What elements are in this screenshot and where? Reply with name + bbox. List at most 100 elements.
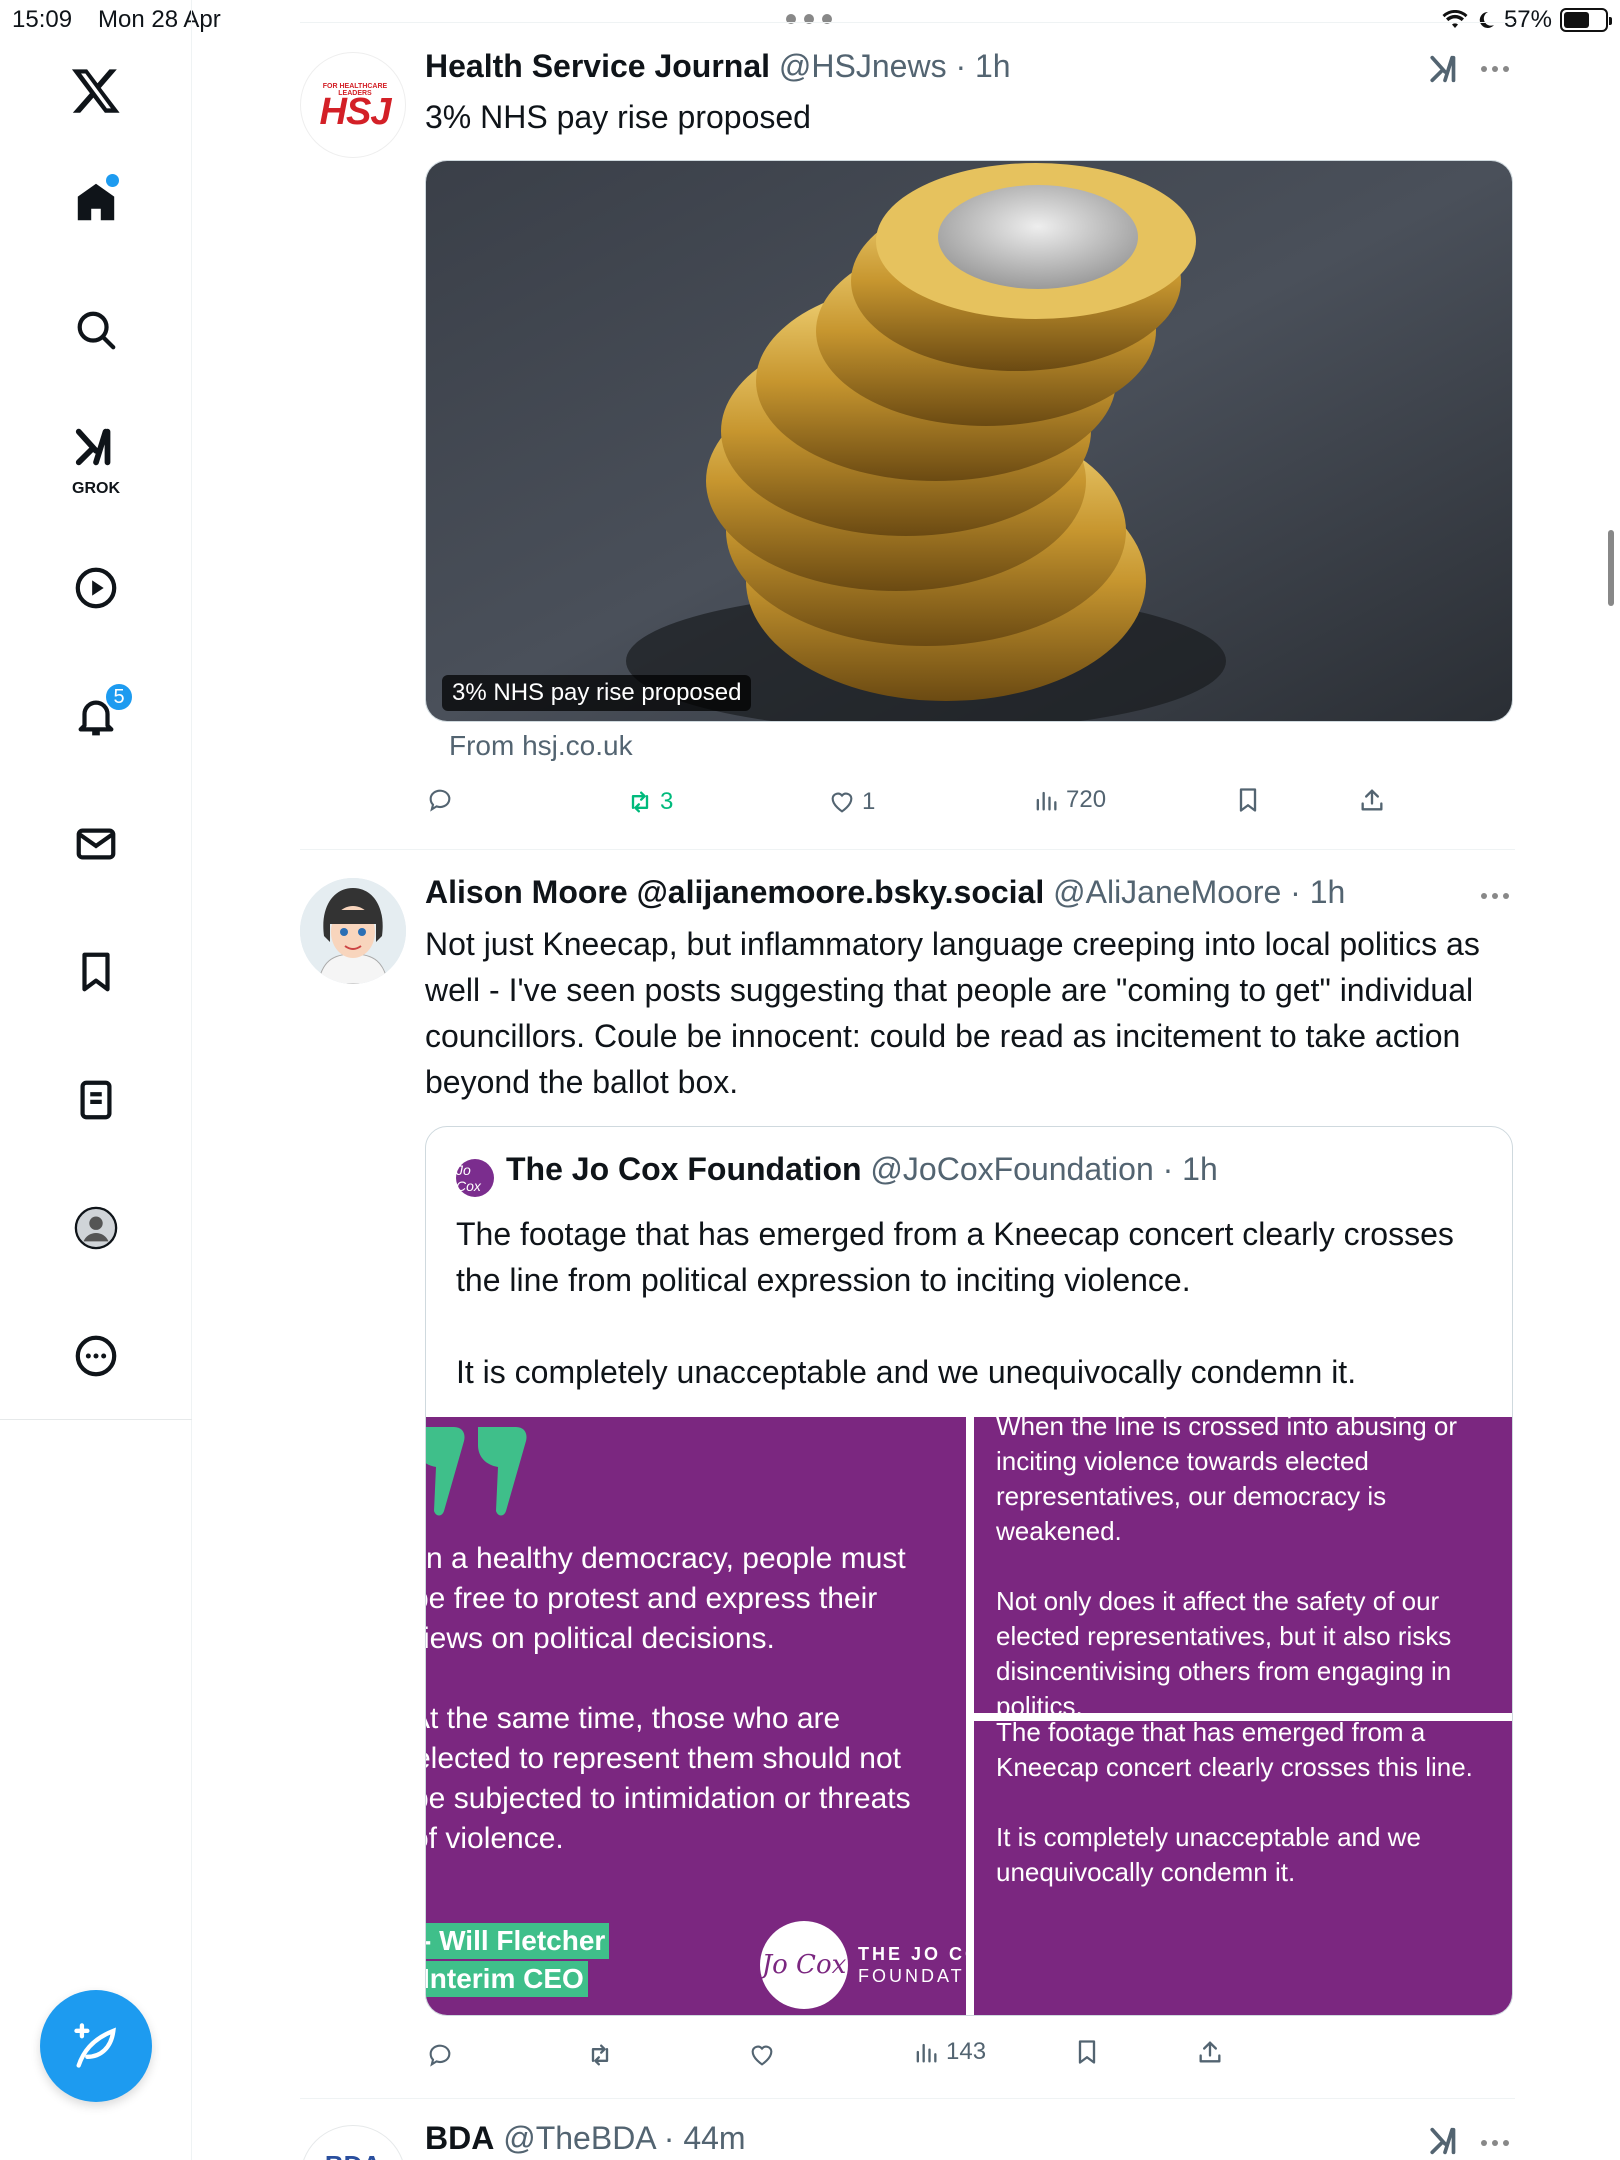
reply-icon: [429, 789, 451, 812]
author-handle[interactable]: @HSJnews: [779, 48, 947, 84]
top-divider: [300, 22, 1515, 23]
grok-explain-icon[interactable]: [1428, 52, 1462, 86]
bookmark-icon: [82, 952, 110, 992]
gallery-image-quote[interactable]: n a healthy democracy, people must be fr…: [426, 1417, 966, 2015]
tweet-separator: [300, 2098, 1515, 2099]
views-count: 720: [1066, 786, 1107, 813]
sidebar-item-search[interactable]: [48, 282, 144, 378]
tweet-time[interactable]: 44m: [683, 2120, 745, 2156]
tweet-time[interactable]: 1h: [1310, 874, 1346, 910]
sidebar-item-profile[interactable]: [48, 1180, 144, 1276]
retweet-icon: [631, 791, 649, 813]
author-handle[interactable]: @AliJaneMoore: [1053, 874, 1281, 910]
gallery-image-text-2[interactable]: The footage that has emerged from a Knee…: [974, 1721, 1512, 2015]
quoted-tweet[interactable]: Jo Cox The Jo Cox Foundation @JoCoxFound…: [425, 1126, 1513, 2016]
share-icon: [1361, 789, 1383, 811]
reply-icon: [429, 2044, 451, 2067]
list-icon: [80, 1080, 112, 1120]
compose-post-button[interactable]: [40, 1990, 152, 2102]
hsj-avatar[interactable]: FOR HEALTHCARE LEADERS HSJ: [300, 52, 406, 158]
quote-line-2: be free to protest and express their: [426, 1582, 878, 1615]
alison-avatar[interactable]: [300, 878, 406, 984]
app-root: 15:09 Mon 28 Apr 57% GROK 5 FOR HEALTHCA…: [0, 0, 1620, 2160]
reply-button[interactable]: [426, 786, 454, 814]
quoted-text-paragraph-2: It is completely unacceptable and we une…: [456, 1354, 1357, 1390]
grok-icon: [75, 428, 111, 466]
views-button[interactable]: 143: [912, 2038, 986, 2066]
quoted-header: The Jo Cox Foundation @JoCoxFoundation ·…: [506, 1151, 1218, 1187]
share-button[interactable]: [1358, 786, 1386, 814]
bookmark-button[interactable]: [1234, 786, 1262, 814]
retweet-button[interactable]: 3: [626, 788, 673, 816]
sidebar-item-home[interactable]: [48, 154, 144, 250]
search-icon: [77, 311, 116, 350]
tweet-header: BDA @TheBDA · 44m: [425, 2120, 746, 2156]
views-bar-icon: [916, 2043, 937, 2063]
gallery-text-1: When the line is crossed into abusing or…: [996, 1417, 1506, 1713]
like-button[interactable]: 1: [828, 788, 875, 816]
author-name[interactable]: BDA: [425, 2120, 494, 2156]
gallery-image-text-1[interactable]: When the line is crossed into abusing or…: [974, 1417, 1512, 1713]
bookmark-icon: [1078, 2040, 1096, 2064]
more-options-icon[interactable]: [1481, 893, 1509, 899]
card-image-label: 3% NHS pay rise proposed: [442, 675, 752, 711]
coins-image: [426, 161, 1512, 721]
views-bar-icon: [1036, 791, 1057, 811]
quoted-time[interactable]: 1h: [1182, 1151, 1218, 1187]
profile-avatar-icon: [74, 1206, 118, 1250]
author-handle[interactable]: @TheBDA: [503, 2120, 655, 2156]
hsj-logo-text: HSJ: [319, 91, 392, 133]
quoted-text-paragraph-1: The footage that has emerged from a Knee…: [456, 1216, 1454, 1298]
wifi-icon: [1442, 10, 1468, 28]
author-name[interactable]: Alison Moore @alijanemoore.bsky.social: [425, 874, 1044, 910]
card-source[interactable]: From hsj.co.uk: [449, 730, 633, 762]
sidebar-item-messages[interactable]: [48, 796, 144, 892]
sidebar-item-video[interactable]: [48, 540, 144, 636]
sidebar-item-lists[interactable]: [48, 1052, 144, 1148]
quoted-author-handle[interactable]: @JoCoxFoundation: [870, 1151, 1153, 1187]
views-count: 143: [946, 2038, 987, 2065]
jocox-brand-line-1: THE JO COX: [858, 1944, 966, 1964]
bda-avatar[interactable]: BDA: [300, 2125, 406, 2160]
grok-explain-icon[interactable]: [1428, 2124, 1462, 2158]
home-unread-dot: [106, 174, 119, 187]
quote-line-1: n a healthy democracy, people must: [426, 1542, 906, 1575]
bookmark-button[interactable]: [1073, 2038, 1101, 2066]
jocox-avatar[interactable]: Jo Cox: [456, 1159, 494, 1197]
like-count: 1: [862, 788, 876, 815]
x-logo-icon: [71, 69, 120, 113]
retweet-button[interactable]: [586, 2041, 614, 2069]
more-circle-icon: [75, 1335, 117, 1377]
quote-line-3: views on political decisions.: [426, 1622, 775, 1655]
heart-icon: [751, 2045, 773, 2066]
views-button[interactable]: 720: [1032, 786, 1106, 814]
moon-icon: [1479, 11, 1494, 28]
sidebar-item-bookmarks[interactable]: [48, 924, 144, 1020]
retweet-icon: [591, 2044, 609, 2066]
sidebar-item-x-logo[interactable]: [48, 42, 144, 138]
battery-icon: [1560, 8, 1612, 32]
sidebar-item-grok[interactable]: GROK: [48, 410, 144, 506]
like-button[interactable]: [748, 2041, 776, 2069]
reply-button[interactable]: [426, 2041, 454, 2069]
sidebar-item-more[interactable]: [48, 1308, 144, 1404]
quoted-author-name[interactable]: The Jo Cox Foundation: [506, 1151, 862, 1187]
bookmark-icon: [1239, 788, 1257, 812]
link-card[interactable]: 3% NHS pay rise proposed: [425, 160, 1513, 722]
gallery-text-1-para-2: Not only does it affect the safety of ou…: [996, 1586, 1452, 1713]
share-button[interactable]: [1196, 2038, 1224, 2066]
sidebar-item-notifications[interactable]: 5: [48, 668, 144, 764]
jocox-brand: THE JO COX FOUNDATION: [858, 1943, 966, 1987]
more-options-icon[interactable]: [1481, 2140, 1509, 2146]
tweet-text: 3% NHS pay rise proposed: [425, 99, 811, 135]
more-options-icon[interactable]: [1481, 66, 1509, 72]
author-name[interactable]: Health Service Journal: [425, 48, 770, 84]
grok-label: GROK: [72, 480, 120, 497]
scrollbar[interactable]: [1608, 530, 1614, 606]
retweet-count: 3: [660, 788, 674, 815]
sidebar: GROK 5: [0, 0, 192, 2160]
tweet-header: Alison Moore @alijanemoore.bsky.social @…: [425, 874, 1346, 910]
quote-line-6: be subjected to intimidation or threats: [426, 1782, 911, 1815]
status-right: 57%: [1442, 6, 1612, 34]
tweet-time[interactable]: 1h: [975, 48, 1011, 84]
